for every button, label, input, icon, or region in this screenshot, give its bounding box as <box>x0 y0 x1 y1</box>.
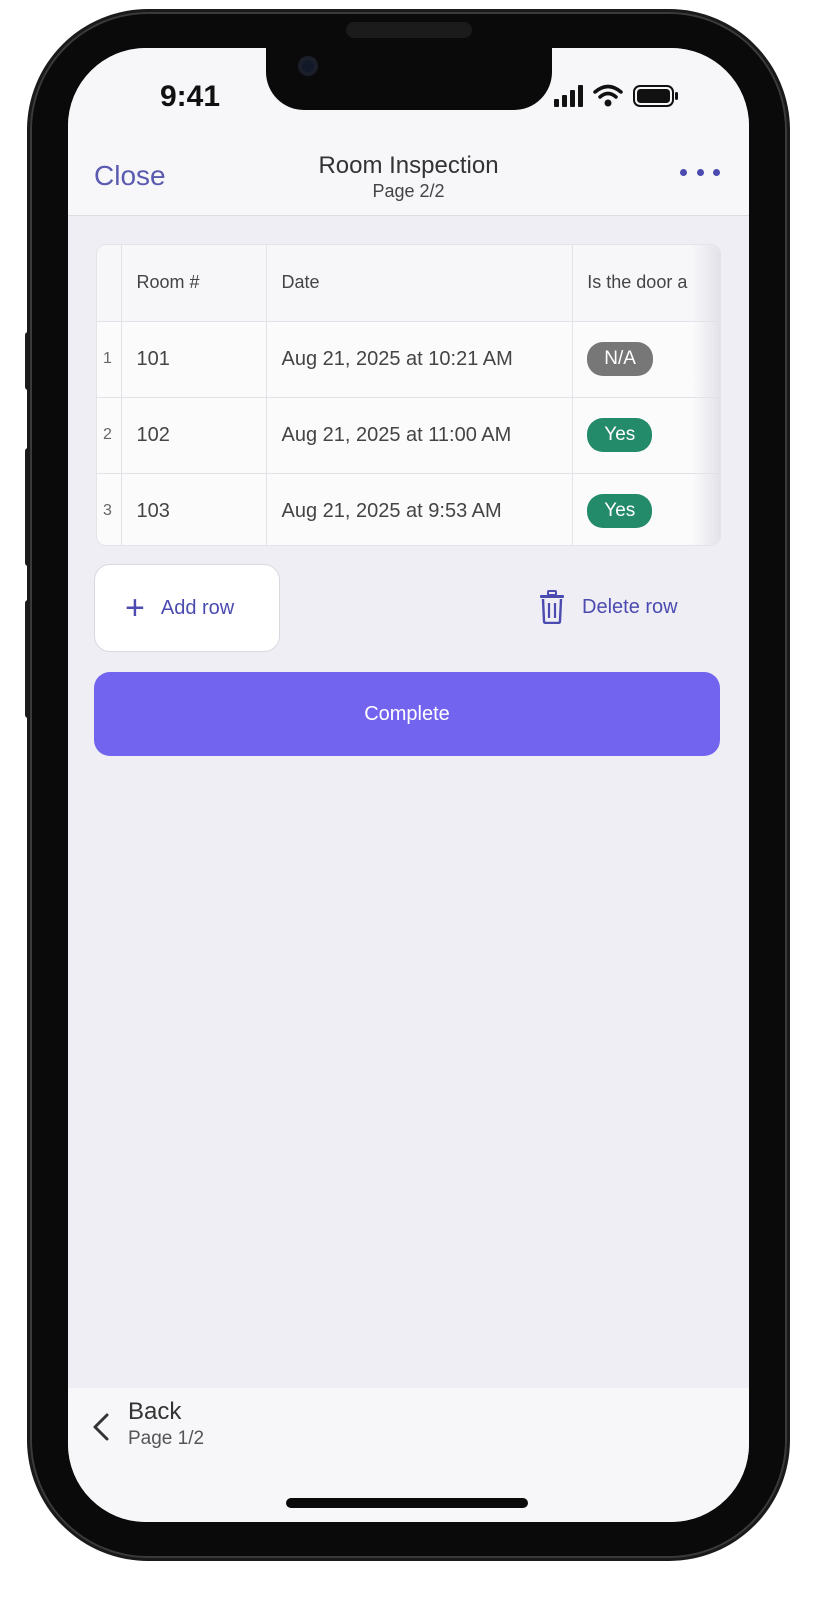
date-cell[interactable]: Aug 21, 2025 at 10:21 AM <box>266 321 574 398</box>
page-indicator: Page 2/2 <box>372 181 445 201</box>
speaker-grille <box>346 22 472 38</box>
date-cell[interactable]: Aug 21, 2025 at 11:00 AM <box>266 397 574 474</box>
more-icon[interactable] <box>680 162 720 182</box>
trash-icon <box>540 590 564 624</box>
row-index: 3 <box>97 473 123 545</box>
room-cell[interactable]: 103 <box>121 473 268 545</box>
chevron-left-icon[interactable] <box>90 1412 112 1442</box>
wifi-icon <box>593 84 623 107</box>
room-cell[interactable]: 102 <box>121 397 268 474</box>
status-icons <box>554 84 679 108</box>
back-button[interactable]: Back <box>128 1398 181 1426</box>
add-row-label: Add row <box>160 596 235 619</box>
status-time: 9:41 <box>160 80 221 113</box>
table-row[interactable]: 1 101 Aug 21, 2025 at 10:21 AM N/A <box>97 321 720 398</box>
scroll-fade <box>692 245 720 545</box>
table-row[interactable]: 3 103 Aug 21, 2025 at 9:53 AM Yes <box>97 473 720 545</box>
back-page-indicator: Page 1/2 <box>128 1428 205 1449</box>
status-badge[interactable]: Yes <box>587 418 653 452</box>
front-camera <box>298 56 318 76</box>
table-header-row: Room # Date Is the door a <box>97 245 720 322</box>
delete-row-button[interactable]: Delete row <box>538 590 678 624</box>
delete-row-label: Delete row <box>582 595 678 618</box>
page-title: Room Inspection <box>318 152 499 179</box>
signal-icon <box>554 85 583 107</box>
room-cell[interactable]: 101 <box>121 321 268 398</box>
row-index: 2 <box>97 397 123 474</box>
status-badge[interactable]: N/A <box>587 342 653 376</box>
table-row[interactable]: 2 102 Aug 21, 2025 at 11:00 AM Yes <box>97 397 720 474</box>
column-header-date[interactable]: Date <box>266 245 574 322</box>
plus-icon: + <box>125 589 145 627</box>
phone-screen: 9:41 Close Room Inspection Page 2/2 Room… <box>68 48 749 1522</box>
battery-icon <box>633 85 678 107</box>
row-index: 1 <box>97 321 123 398</box>
date-cell[interactable]: Aug 21, 2025 at 9:53 AM <box>266 473 574 545</box>
inspection-table[interactable]: Room # Date Is the door a 1 101 Aug 21, … <box>96 244 721 546</box>
add-row-button[interactable]: + Add row <box>94 564 280 652</box>
complete-button[interactable]: Complete <box>94 672 720 756</box>
home-indicator[interactable] <box>286 1498 528 1508</box>
index-header <box>97 245 123 322</box>
bottom-nav: Back Page 1/2 <box>68 1388 749 1522</box>
status-badge[interactable]: Yes <box>587 494 653 528</box>
column-header-room[interactable]: Room # <box>121 245 268 322</box>
